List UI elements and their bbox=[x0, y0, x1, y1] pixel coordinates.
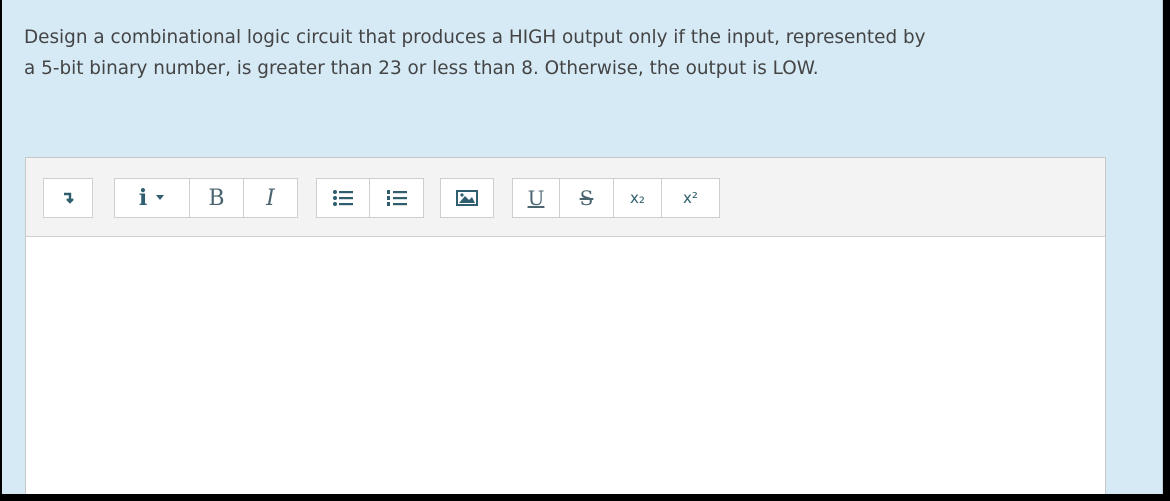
italic-button[interactable]: I bbox=[244, 178, 298, 218]
numbered-list-button[interactable] bbox=[370, 178, 424, 218]
answer-editor: i B I U S x₂ x² bbox=[25, 157, 1106, 497]
numbered-list-icon bbox=[386, 190, 407, 206]
question-panel: Design a combinational logic circuit tha… bbox=[2, 0, 1163, 497]
question-line-2: a 5-bit binary number, is greater than 2… bbox=[24, 58, 819, 79]
strikethrough-label: S bbox=[579, 186, 594, 210]
superscript-label: x² bbox=[683, 189, 698, 207]
bulleted-list-button[interactable] bbox=[316, 178, 370, 218]
editor-toolbar: i B I U S x₂ x² bbox=[26, 158, 1105, 237]
paragraph-format-button[interactable] bbox=[43, 178, 93, 218]
underline-label: U bbox=[527, 186, 545, 210]
info-dropdown-button[interactable]: i bbox=[114, 178, 190, 218]
underline-button[interactable]: U bbox=[512, 178, 560, 218]
subscript-button[interactable]: x₂ bbox=[614, 178, 662, 218]
subscript-label: x₂ bbox=[630, 189, 645, 207]
info-label: i bbox=[138, 185, 148, 211]
bottom-border bbox=[0, 494, 1170, 501]
italic-label: I bbox=[266, 185, 275, 211]
question-line-1: Design a combinational logic circuit tha… bbox=[24, 27, 926, 48]
screen: Design a combinational logic circuit tha… bbox=[0, 0, 1170, 501]
question-text: Design a combinational logic circuit tha… bbox=[24, 22, 1124, 84]
pilcrow-arrow-icon bbox=[64, 192, 74, 204]
editor-content-area[interactable] bbox=[26, 237, 1105, 496]
insert-image-button[interactable] bbox=[440, 178, 494, 218]
bold-label: B bbox=[208, 185, 225, 211]
image-icon bbox=[456, 190, 478, 206]
caret-down-icon bbox=[156, 195, 165, 200]
bold-button[interactable]: B bbox=[190, 178, 244, 218]
superscript-button[interactable]: x² bbox=[662, 178, 720, 218]
bullet-list-icon bbox=[333, 190, 353, 206]
strikethrough-button[interactable]: S bbox=[560, 178, 614, 218]
